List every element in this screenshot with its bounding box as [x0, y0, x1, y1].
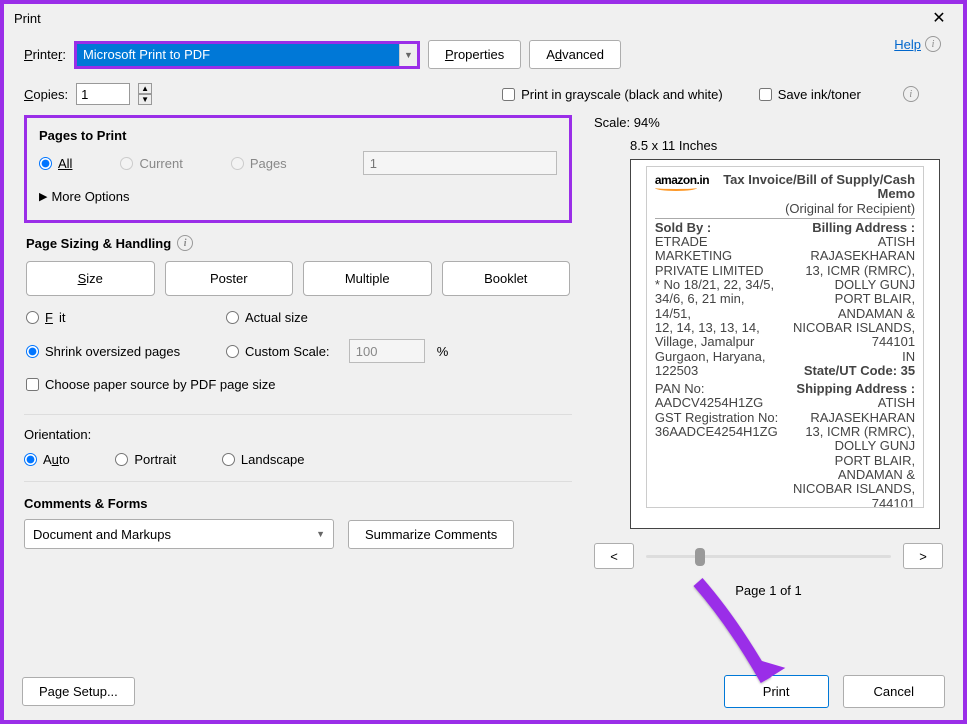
prev-page-button[interactable]: <	[594, 543, 634, 569]
saveink-checkbox[interactable]: Save ink/toner	[759, 87, 861, 102]
print-preview: amazon.in Tax Invoice/Bill of Supply/Cas…	[630, 159, 940, 529]
choose-source-checkbox[interactable]: Choose paper source by PDF page size	[26, 377, 570, 392]
orient-landscape-radio[interactable]: Landscape	[222, 452, 305, 467]
multiple-tab[interactable]: Multiple	[303, 261, 432, 296]
sizing-info-icon[interactable]: i	[177, 235, 193, 251]
copies-label: Copies:	[24, 87, 68, 102]
pages-current-radio[interactable]: Current	[120, 156, 182, 171]
actual-size-radio[interactable]: Actual size	[226, 310, 570, 325]
custom-scale-radio[interactable]: Custom Scale: %	[226, 339, 570, 363]
preview-zoom-slider[interactable]	[646, 545, 891, 567]
copies-spin-down[interactable]: ▼	[138, 94, 152, 105]
print-dialog: Print ✕ Help i Printer: Microsoft Print …	[0, 0, 967, 724]
copies-spin-up[interactable]: ▲	[138, 83, 152, 94]
close-button[interactable]: ✕	[919, 8, 959, 28]
printer-label: Printer:	[24, 47, 66, 62]
window-title: Print	[8, 11, 41, 26]
help-link[interactable]: Help	[894, 37, 921, 52]
comments-forms-group: Comments & Forms Document and Markups ▼ …	[24, 496, 572, 549]
advanced-button[interactable]: Advanced	[529, 40, 621, 69]
divider	[24, 414, 572, 415]
poster-tab[interactable]: Poster	[165, 261, 294, 296]
print-button[interactable]: Print	[724, 675, 829, 708]
pages-to-print-title: Pages to Print	[39, 128, 557, 143]
chevron-down-icon: ▼	[399, 44, 417, 66]
page-indicator: Page 1 of 1	[594, 583, 943, 598]
pages-range-input[interactable]	[363, 151, 557, 175]
pages-to-print-group: Pages to Print All Current Pages ▶ More …	[24, 115, 572, 223]
preview-page: amazon.in Tax Invoice/Bill of Supply/Cas…	[646, 166, 924, 508]
page-sizing-group: Page Sizing & Handling i Size Poster Mul…	[24, 235, 572, 402]
fit-radio[interactable]: Fit	[26, 310, 226, 325]
divider	[24, 481, 572, 482]
next-page-button[interactable]: >	[903, 543, 943, 569]
pages-pages-radio[interactable]: Pages	[231, 156, 287, 171]
orientation-group: Orientation: Auto Portrait Landscape	[24, 427, 572, 469]
comments-title: Comments & Forms	[24, 496, 572, 511]
orient-portrait-radio[interactable]: Portrait	[115, 452, 176, 467]
paper-size-label: 8.5 x 11 Inches	[630, 138, 943, 153]
page-setup-button[interactable]: Page Setup...	[22, 677, 135, 706]
grayscale-checkbox[interactable]: Print in grayscale (black and white)	[502, 87, 723, 102]
saveink-info-icon[interactable]: i	[903, 86, 919, 102]
custom-scale-input[interactable]	[349, 339, 425, 363]
shrink-radio[interactable]: Shrink oversized pages	[26, 344, 226, 359]
titlebar: Print ✕	[4, 4, 963, 32]
printer-select[interactable]: Microsoft Print to PDF ▼	[74, 41, 420, 69]
orientation-label: Orientation:	[24, 427, 572, 442]
properties-button[interactable]: Properties	[428, 40, 521, 69]
summarize-button[interactable]: Summarize Comments	[348, 520, 514, 549]
pages-all-radio[interactable]: All	[39, 156, 72, 171]
copies-input[interactable]	[76, 83, 130, 105]
more-options-toggle[interactable]: ▶ More Options	[39, 189, 557, 204]
printer-value: Microsoft Print to PDF	[77, 44, 399, 66]
orient-auto-radio[interactable]: Auto	[24, 452, 70, 467]
cancel-button[interactable]: Cancel	[843, 675, 945, 708]
comments-select[interactable]: Document and Markups ▼	[24, 519, 334, 549]
size-tab[interactable]: Size	[26, 261, 155, 296]
scale-label: Scale: 94%	[594, 115, 943, 130]
booklet-tab[interactable]: Booklet	[442, 261, 571, 296]
triangle-right-icon: ▶	[39, 190, 47, 203]
help-info-icon[interactable]: i	[925, 36, 941, 52]
chevron-down-icon: ▼	[316, 529, 325, 539]
sizing-title: Page Sizing & Handling	[26, 236, 171, 251]
